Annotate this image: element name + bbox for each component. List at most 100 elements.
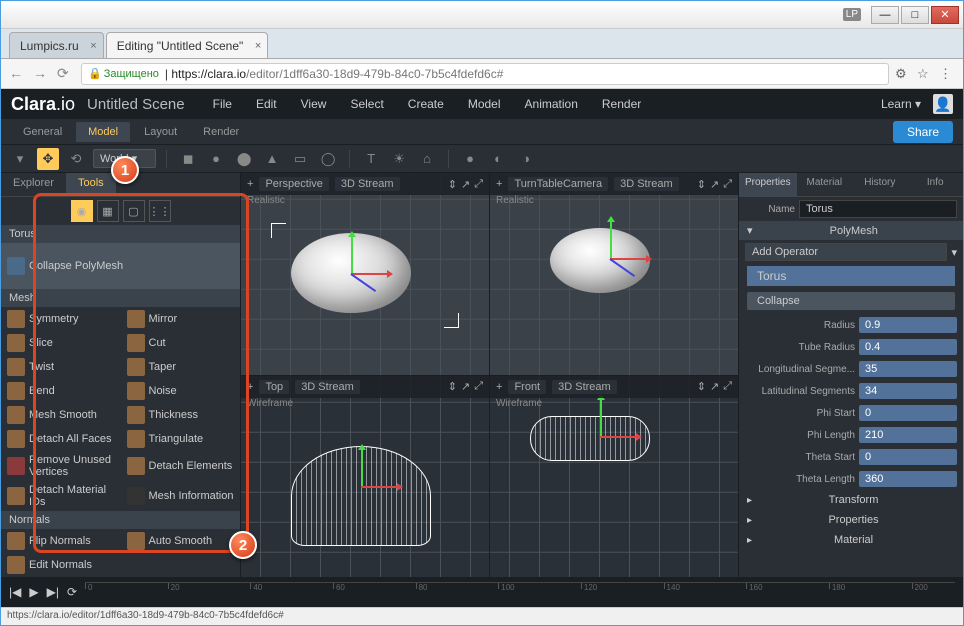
vp-mode-select[interactable]: 3D Stream xyxy=(335,177,400,191)
menu-select[interactable]: Select xyxy=(340,93,393,115)
prim-cylinder-icon[interactable]: ⬤ xyxy=(233,148,255,170)
vp-tool-icon[interactable]: ↗ xyxy=(461,178,470,191)
maximize-button[interactable]: □ xyxy=(901,6,929,24)
transform-gizmo[interactable] xyxy=(580,228,640,288)
mode-tab-general[interactable]: General xyxy=(11,122,74,142)
mesh-tool-mesh-smooth[interactable]: Mesh Smooth xyxy=(1,403,121,427)
explorer-tab[interactable]: Explorer xyxy=(1,173,66,196)
mesh-tool-twist[interactable]: Twist xyxy=(1,355,121,379)
browser-tab[interactable]: Lumpics.ru × xyxy=(9,32,104,58)
mesh-tool-taper[interactable]: Taper xyxy=(121,355,241,379)
translate-icon[interactable]: ⚙ xyxy=(895,66,911,82)
select-tool-icon[interactable]: ▾ xyxy=(9,148,31,170)
tool-icon[interactable]: ◑ xyxy=(515,148,537,170)
reload-button[interactable]: ⟳ xyxy=(57,65,75,83)
mesh-tool-bend[interactable]: Bend xyxy=(1,379,121,403)
name-input[interactable]: Torus xyxy=(799,200,957,218)
viewport-turntable[interactable]: + TurnTableCamera 3D Stream ⇕↗⤢ Realisti… xyxy=(490,173,738,375)
vp-tool-icon[interactable]: ⤢ xyxy=(723,380,732,393)
vp-expand-icon[interactable]: + xyxy=(496,178,502,190)
accordion-material[interactable]: ▸Material xyxy=(739,530,963,550)
forward-button[interactable]: → xyxy=(33,65,51,83)
camera-tool-icon[interactable]: ⌂ xyxy=(416,148,438,170)
mesh-tool-noise[interactable]: Noise xyxy=(121,379,241,403)
timeline-start-button[interactable]: |◀ xyxy=(9,585,21,599)
vp-expand-icon[interactable]: + xyxy=(496,381,502,393)
share-button[interactable]: Share xyxy=(893,121,953,143)
menu-create[interactable]: Create xyxy=(398,93,454,115)
info-tab[interactable]: Info xyxy=(908,173,963,197)
mode-tab-layout[interactable]: Layout xyxy=(132,122,189,142)
normals-tool-[interactable] xyxy=(121,553,241,577)
param-input[interactable]: 35 xyxy=(859,361,957,377)
param-input[interactable]: 0.4 xyxy=(859,339,957,355)
mesh-tool-detach-all-faces[interactable]: Detach All Faces xyxy=(1,427,121,451)
vp-camera-select[interactable]: Perspective xyxy=(259,177,328,191)
mesh-tool-thickness[interactable]: Thickness xyxy=(121,403,241,427)
param-input[interactable]: 210 xyxy=(859,427,957,443)
timeline-loop-button[interactable]: ⟳ xyxy=(67,585,77,599)
polymesh-section[interactable]: ▾ PolyMesh xyxy=(739,221,963,240)
param-input[interactable]: 360 xyxy=(859,471,957,487)
prim-cone-icon[interactable]: ▲ xyxy=(261,148,283,170)
collapse-button[interactable]: Collapse xyxy=(747,292,955,310)
mesh-tool-mirror[interactable]: Mirror xyxy=(121,307,241,331)
app-logo[interactable]: Clara.io xyxy=(11,94,75,115)
accordion-transform[interactable]: ▸Transform xyxy=(739,490,963,510)
viewport-top[interactable]: + Top 3D Stream ⇕↗⤢ Wireframe xyxy=(241,376,489,578)
menu-edit[interactable]: Edit xyxy=(246,93,287,115)
material-tab[interactable]: Material xyxy=(797,173,852,197)
param-input[interactable]: 0 xyxy=(859,405,957,421)
mesh-tool-remove-unused-vertices[interactable]: Remove Unused Vertices xyxy=(1,451,121,481)
vp-shading-label[interactable]: Realistic xyxy=(247,195,285,206)
param-input[interactable]: 34 xyxy=(859,383,957,399)
back-button[interactable]: ← xyxy=(9,65,27,83)
vertex-mode-icon[interactable]: ⋮⋮ xyxy=(149,200,171,222)
vp-shading-label[interactable]: Realistic xyxy=(496,195,534,206)
normals-tool-auto-smooth[interactable]: Auto Smooth xyxy=(121,529,241,553)
move-tool-icon[interactable]: ✥ xyxy=(37,148,59,170)
mesh-tool-slice[interactable]: Slice xyxy=(1,331,121,355)
prim-sphere-icon[interactable]: ● xyxy=(205,148,227,170)
add-operator-select[interactable]: Add Operator xyxy=(745,243,947,261)
edge-mode-icon[interactable]: ▢ xyxy=(123,200,145,222)
prim-cube-icon[interactable]: ◼ xyxy=(177,148,199,170)
mode-tab-model[interactable]: Model xyxy=(76,122,130,142)
vp-mode-select[interactable]: 3D Stream xyxy=(552,380,617,394)
vp-mode-select[interactable]: 3D Stream xyxy=(295,380,360,394)
vp-camera-select[interactable]: TurnTableCamera xyxy=(508,177,608,191)
minimize-button[interactable]: — xyxy=(871,6,899,24)
vp-mode-select[interactable]: 3D Stream xyxy=(614,177,679,191)
dropdown-icon[interactable]: ▾ xyxy=(951,246,957,259)
collapse-polymesh-button[interactable]: Collapse PolyMesh xyxy=(1,243,240,289)
vp-tool-icon[interactable]: ⤢ xyxy=(474,178,483,191)
viewport-perspective[interactable]: + Perspective 3D Stream ⇕↗⤢ Realistic xyxy=(241,173,489,375)
browser-tab[interactable]: Editing "Untitled Scene" × xyxy=(106,32,269,58)
vp-expand-icon[interactable]: + xyxy=(247,178,253,190)
menu-icon[interactable]: ⋮ xyxy=(939,66,955,82)
vp-tool-icon[interactable]: ↗ xyxy=(710,178,719,191)
accordion-properties[interactable]: ▸Properties xyxy=(739,510,963,530)
menu-view[interactable]: View xyxy=(291,93,337,115)
vp-tool-icon[interactable]: ⇕ xyxy=(697,178,706,191)
timeline-track[interactable]: 020406080100120140160180200 xyxy=(85,582,955,602)
menu-animation[interactable]: Animation xyxy=(515,93,588,115)
vp-camera-select[interactable]: Top xyxy=(259,380,289,394)
vp-tool-icon[interactable]: ⇕ xyxy=(697,380,706,393)
bookmark-icon[interactable]: ☆ xyxy=(917,66,933,82)
vp-tool-icon[interactable]: ↗ xyxy=(461,380,470,393)
vp-camera-select[interactable]: Front xyxy=(508,380,546,394)
tool-icon[interactable]: ● xyxy=(459,148,481,170)
timeline-play-button[interactable]: ▶ xyxy=(29,585,38,599)
learn-dropdown[interactable]: Learn ▾ xyxy=(873,93,929,115)
vp-shading-label[interactable]: Wireframe xyxy=(247,398,293,409)
vp-tool-icon[interactable]: ⤢ xyxy=(474,380,483,393)
normals-tool-edit-normals[interactable]: Edit Normals xyxy=(1,553,121,577)
prim-torus-icon[interactable]: ◯ xyxy=(317,148,339,170)
mesh-tool-detach-elements[interactable]: Detach Elements xyxy=(121,451,241,481)
menu-file[interactable]: File xyxy=(203,93,242,115)
menu-render[interactable]: Render xyxy=(592,93,651,115)
vp-shading-label[interactable]: Wireframe xyxy=(496,398,542,409)
properties-tab[interactable]: Properties xyxy=(739,173,797,197)
tab-close-icon[interactable]: × xyxy=(255,40,261,52)
